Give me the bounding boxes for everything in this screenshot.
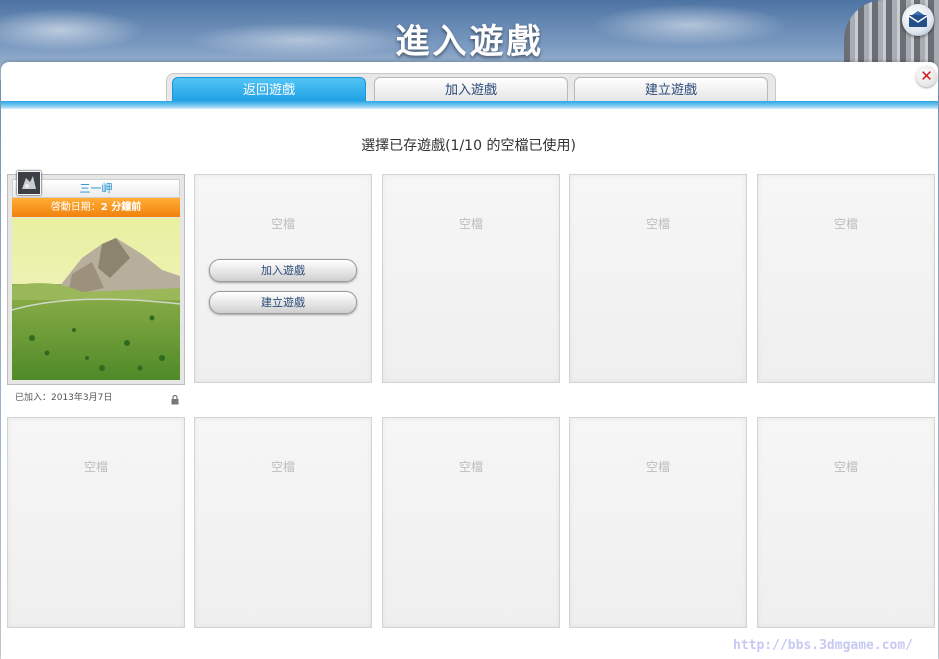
envelope-icon (908, 11, 928, 27)
joined-date: 已加入：2013年3月7日 (15, 393, 113, 403)
game-status: 啓動日期：2 分鐘前 (12, 198, 180, 217)
empty-slot-label: 空檔 (270, 217, 295, 231)
status-value: 2 分鐘前 (100, 202, 142, 213)
empty-slot[interactable]: 空檔 (757, 417, 935, 628)
empty-slot-label: 空檔 (645, 217, 670, 231)
mail-button[interactable] (902, 4, 934, 36)
empty-slot[interactable]: 空檔 (569, 174, 747, 383)
game-thumbnail (12, 218, 180, 380)
tab-underline (1, 101, 938, 109)
empty-slot[interactable]: 空檔 加入遊戲 建立遊戲 (194, 174, 372, 383)
tab-bar: 返回遊戲 加入遊戲 建立遊戲 (166, 73, 776, 103)
slots-heading: 選擇已存遊戲(1/10 的空檔已使用) (361, 138, 576, 154)
empty-slot[interactable]: 空檔 (569, 417, 747, 628)
empty-slot-label: 空檔 (458, 460, 483, 474)
map-type-icon (17, 171, 41, 195)
saved-game-card[interactable]: 三一岬 啓動日期：2 分鐘前 (7, 174, 185, 385)
close-button[interactable]: ✕ (916, 66, 937, 87)
empty-slot[interactable]: 空檔 (757, 174, 935, 383)
empty-slot-label: 空檔 (270, 460, 295, 474)
empty-slot-label: 空檔 (83, 460, 108, 474)
watermark-text: http://bbs.3dmgame.com/ (733, 638, 914, 653)
tab-join-game[interactable]: 加入遊戲 (374, 77, 568, 103)
empty-slot[interactable]: 空檔 (382, 417, 560, 628)
tab-create-game[interactable]: 建立遊戲 (574, 77, 768, 103)
page-title: 進入遊戲 (395, 22, 544, 62)
empty-slot-label: 空檔 (645, 460, 670, 474)
empty-slot[interactable]: 空檔 (7, 417, 185, 628)
empty-slot-label: 空檔 (458, 217, 483, 231)
create-game-button[interactable]: 建立遊戲 (209, 291, 357, 314)
empty-slot[interactable]: 空檔 (194, 417, 372, 628)
status-prefix: 啓動日期： (50, 202, 101, 213)
lock-icon (171, 390, 179, 409)
empty-slot-label: 空檔 (833, 460, 858, 474)
empty-slot-label: 空檔 (833, 217, 858, 231)
tab-return-game[interactable]: 返回遊戲 (172, 77, 366, 103)
empty-slot[interactable]: 空檔 (382, 174, 560, 383)
join-game-button[interactable]: 加入遊戲 (209, 259, 357, 282)
